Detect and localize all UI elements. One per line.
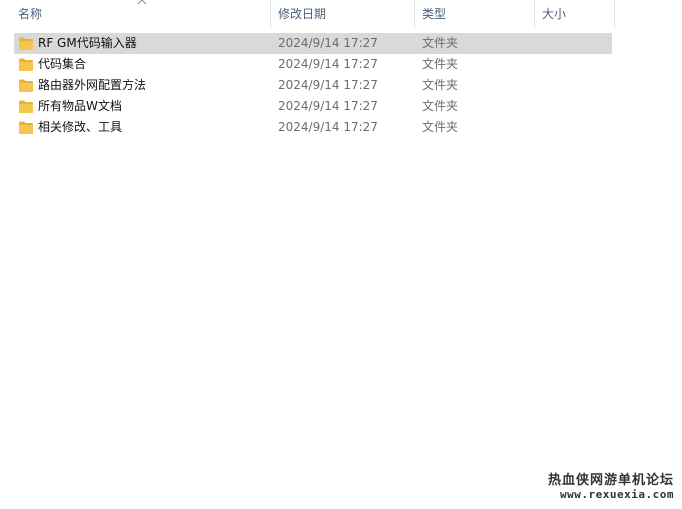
- file-date-modified: 2024/9/14 17:27: [278, 36, 378, 50]
- file-type: 文件夹: [422, 120, 459, 134]
- file-name: 相关修改、工具: [38, 120, 123, 134]
- file-row[interactable]: 所有物品W文档 2024/9/14 17:27 文件夹: [14, 96, 612, 117]
- column-divider[interactable]: [270, 0, 271, 28]
- file-date-modified: 2024/9/14 17:27: [278, 57, 378, 71]
- file-type: 文件夹: [422, 36, 459, 50]
- file-list: RF GM代码输入器 2024/9/14 17:27 文件夹 代码集合 2024/9/1…: [14, 33, 612, 138]
- file-row[interactable]: RF GM代码输入器 2024/9/14 17:27 文件夹: [14, 33, 612, 54]
- watermark-title: 热血侠网游单机论坛: [547, 473, 674, 488]
- file-row[interactable]: 代码集合 2024/9/14 17:27 文件夹: [14, 54, 612, 75]
- folder-icon: [19, 121, 33, 134]
- file-type: 文件夹: [422, 78, 459, 92]
- file-name: RF GM代码输入器: [38, 36, 137, 50]
- column-header-name[interactable]: 名称: [12, 0, 270, 28]
- file-row[interactable]: 相关修改、工具 2024/9/14 17:27 文件夹: [14, 117, 612, 138]
- folder-icon: [19, 100, 33, 113]
- file-row[interactable]: 路由器外网配置方法 2024/9/14 17:27 文件夹: [14, 75, 612, 96]
- file-date-modified: 2024/9/14 17:27: [278, 120, 378, 134]
- column-header-size[interactable]: 大小: [536, 0, 614, 28]
- column-header-type[interactable]: 类型: [416, 0, 534, 28]
- column-header-bar: 名称 修改日期 类型 大小: [0, 0, 682, 28]
- column-divider[interactable]: [614, 0, 615, 28]
- file-explorer-view: 名称 修改日期 类型 大小 RF GM代码输入器 2024/9/14 17:27 文…: [0, 0, 682, 509]
- watermark-url: www.rexuexia.com: [560, 488, 674, 501]
- column-header-date-modified[interactable]: 修改日期: [272, 0, 414, 28]
- column-divider[interactable]: [414, 0, 415, 28]
- file-name: 所有物品W文档: [38, 99, 122, 113]
- folder-icon: [19, 79, 33, 92]
- file-name: 路由器外网配置方法: [38, 78, 147, 92]
- folder-icon: [19, 58, 33, 71]
- file-type: 文件夹: [422, 99, 459, 113]
- folder-icon: [19, 37, 33, 50]
- watermark: 热血侠网游单机论坛 www.rexuexia.com: [548, 473, 674, 501]
- file-date-modified: 2024/9/14 17:27: [278, 99, 378, 113]
- file-name: 代码集合: [38, 57, 87, 71]
- file-date-modified: 2024/9/14 17:27: [278, 78, 378, 92]
- column-divider[interactable]: [534, 0, 535, 28]
- file-type: 文件夹: [422, 57, 459, 71]
